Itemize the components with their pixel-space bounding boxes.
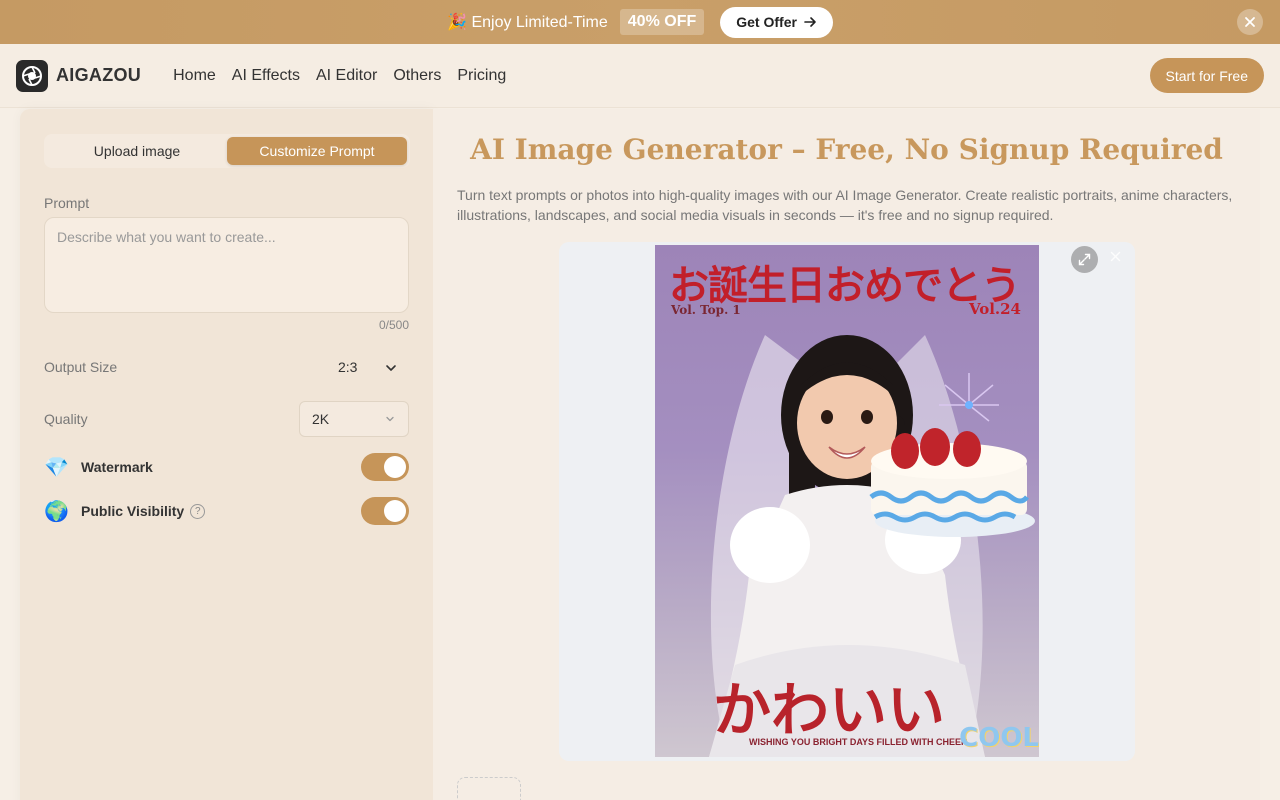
close-icon[interactable] (1110, 249, 1121, 267)
get-offer-button[interactable]: Get Offer (720, 6, 833, 38)
start-for-free-button[interactable]: Start for Free (1149, 58, 1264, 93)
watermark-label: Watermark (81, 459, 153, 475)
prompt-char-counter: 0/500 (378, 318, 409, 332)
poster-caption: WISHING YOU BRIGHT DAYS FILLED WITH CHEE… (749, 737, 968, 747)
arrow-right-icon (804, 17, 816, 27)
thumbnail-slot[interactable] (457, 777, 521, 800)
generated-image[interactable]: お誕生日おめでとう Vol. Top. 1 Vol.24 かわいい WISHIN… (655, 245, 1039, 757)
nav-links: Home AI Effects AI Editor Others Pricing (173, 67, 506, 85)
poster-vol-left: Vol. Top. 1 (671, 303, 741, 317)
help-icon[interactable]: ? (190, 503, 206, 519)
generator-settings-panel: Upload image Customize Prompt Prompt Des… (20, 109, 433, 800)
chevron-down-icon[interactable] (384, 361, 398, 375)
expand-icon (1078, 253, 1091, 266)
promo-banner: 🎉 Enjoy Limited-Time 40% OFF Get Offer (0, 0, 1280, 44)
nav-link-ai-editor[interactable]: AI Editor (316, 67, 377, 85)
nav-link-pricing[interactable]: Pricing (457, 67, 506, 85)
nav-link-home[interactable]: Home (173, 67, 216, 85)
public-visibility-label: Public Visibility (81, 503, 185, 519)
discount-badge: 40% OFF (619, 9, 705, 35)
close-promo-button[interactable] (1237, 9, 1263, 35)
poster-vol-right: Vol.24 (968, 300, 1021, 318)
tab-upload-image[interactable]: Upload image (47, 137, 227, 165)
output-size-select[interactable]: 2:3 (338, 359, 357, 375)
prompt-label: Prompt (44, 195, 90, 211)
prompt-input[interactable]: Describe what you want to create... (44, 217, 409, 313)
tab-customize-prompt[interactable]: Customize Prompt (227, 137, 407, 165)
nav-link-others[interactable]: Others (393, 67, 441, 85)
quality-label: Quality (44, 411, 88, 427)
gem-icon: 💎 (44, 456, 69, 479)
poster-bottom-text: かわいい (713, 676, 946, 744)
globe-icon: 🌍 (44, 500, 69, 523)
chevron-down-icon (386, 416, 394, 422)
page-description: Turn text prompts or photos into high-qu… (457, 187, 1233, 223)
expand-button[interactable] (1071, 246, 1098, 273)
close-icon (1245, 17, 1255, 27)
brand-name[interactable]: AIGAZOU (56, 65, 141, 86)
public-visibility-toggle[interactable] (361, 497, 409, 525)
poster-sticker: COOL (959, 723, 1039, 753)
output-size-label: Output Size (44, 359, 118, 375)
page-title: AI Image Generator – Free, No Signup Req… (470, 133, 1223, 166)
quality-select[interactable]: 2K (299, 401, 409, 437)
mode-tabs: Upload image Customize Prompt (44, 134, 410, 168)
nav-link-ai-effects[interactable]: AI Effects (232, 67, 300, 85)
promo-text: 🎉 Enjoy Limited-Time (447, 14, 608, 31)
visibility-row: 🌍 Public Visibility ? (44, 497, 409, 525)
watermark-row: 💎 Watermark (44, 453, 409, 481)
main-content: AI Image Generator – Free, No Signup Req… (433, 109, 1260, 800)
logo-icon[interactable] (16, 59, 48, 92)
top-nav: AIGAZOU Home AI Effects AI Editor Others… (0, 44, 1280, 108)
watermark-toggle[interactable] (361, 453, 409, 481)
